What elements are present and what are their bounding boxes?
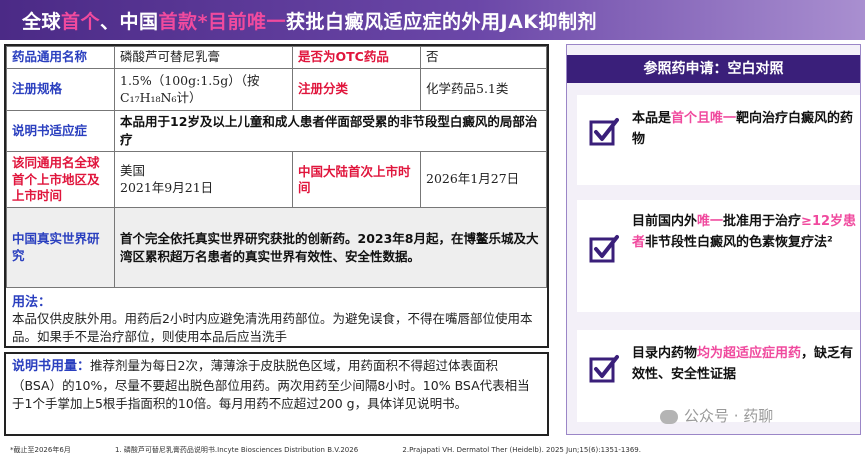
feature-text-2: 目前国内外唯一批准用于治疗≥12岁患者非节段性白癜风的色素恢复疗法² bbox=[632, 214, 857, 250]
wechat-icon bbox=[660, 409, 678, 424]
watermark-text: 公众号 · 药聊 bbox=[684, 407, 774, 425]
first-launch-region: 美国 bbox=[120, 162, 146, 178]
first-launch-label: 该同通用名全球首个上市地区及上市时间 bbox=[6, 151, 115, 209]
checkbox-check-icon bbox=[589, 235, 619, 263]
title-part: 获批白癜风适应症的外用JAK抑制剂 bbox=[286, 11, 597, 33]
first-launch-value: 美国 2021年9月21日 bbox=[114, 151, 293, 209]
usage-heading: 用法： bbox=[12, 295, 52, 310]
spec-value: 1.5%（100g:1.5g）（按C₁₇H₁₈N₆计） bbox=[114, 68, 293, 111]
feature-text-3: 目录内药物均为超适应症用药，缺乏有效性、安全性证据 bbox=[632, 346, 854, 382]
feature-card-1: 本品是首个且唯一靶向治疗白癜风的药物 bbox=[577, 95, 860, 185]
footnote: *截止至2026年6月 bbox=[10, 446, 71, 454]
footnote: 2.Prajapati VH. Dermatol Ther (Heidelb).… bbox=[402, 446, 641, 454]
china-launch-label: 中国大陆首次上市时间 bbox=[292, 151, 421, 209]
dosage-paragraph: 说明书用量：推荐剂量为每日2次，薄薄涂于皮肤脱色区域，用药面积不得超过体表面积（… bbox=[12, 357, 541, 413]
title-highlight: *目前唯一 bbox=[197, 11, 286, 33]
title-bar: 全球首个、中国首款*目前唯一获批白癜风适应症的外用JAK抑制剂 bbox=[0, 0, 865, 40]
indication-label: 说明书适应症 bbox=[6, 109, 115, 153]
spec-label: 注册规格 bbox=[6, 68, 115, 111]
generic-name-label: 药品通用名称 bbox=[6, 46, 115, 69]
first-launch-date: 2021年9月21日 bbox=[120, 179, 214, 195]
otc-value: 否 bbox=[420, 46, 547, 69]
otc-label: 是否为OTC药品 bbox=[292, 46, 421, 69]
title-highlight: 首款 bbox=[158, 11, 198, 33]
usage-section: 用法： 本品仅供皮肤外用。用药后2小时内应避免清洗用药部位。为避免误食，不得在嘴… bbox=[4, 288, 549, 348]
rwe-value: 首个完全依托真实世界研究获批的创新药。2023年8月起，在博鳌乐城及大湾区累积超… bbox=[114, 207, 547, 288]
china-launch-value: 2026年1月27日 bbox=[420, 151, 547, 209]
title-part: 、中国 bbox=[100, 11, 159, 33]
indication-value: 本品用于12岁及以上儿童和成人患者伴面部受累的非节段型白癜风的局部治疗 bbox=[114, 109, 547, 153]
dosage-text: 推荐剂量为每日2次，薄薄涂于皮肤脱色区域，用药面积不得超过体表面积（BSA）的1… bbox=[12, 358, 530, 411]
title-highlight: 首个 bbox=[61, 11, 101, 33]
checkbox-check-icon bbox=[589, 355, 619, 383]
rwe-label: 中国真实世界研究 bbox=[6, 207, 115, 288]
category-label: 注册分类 bbox=[292, 68, 421, 111]
watermark: 公众号 · 药聊 bbox=[660, 405, 773, 426]
feature-card-2: 目前国内外唯一批准用于治疗≥12岁患者非节段性白癜风的色素恢复疗法² bbox=[577, 200, 860, 312]
category-value: 化学药品5.1类 bbox=[420, 68, 547, 111]
feature-text-1: 本品是首个且唯一靶向治疗白癜风的药物 bbox=[632, 111, 854, 147]
generic-name-value: 磷酸芦可替尼乳膏 bbox=[114, 46, 293, 69]
title-part: 全球 bbox=[22, 11, 62, 33]
usage-text: 本品仅供皮肤外用。用药后2小时内应避免清洗用药部位。为避免误食，不得在嘴唇部位使… bbox=[12, 311, 533, 345]
checkbox-check-icon bbox=[589, 118, 619, 146]
dosage-heading: 说明书用量： bbox=[12, 359, 91, 374]
footnote: 1. 磷酸芦可替尼乳膏药品说明书.Incyte Biosciences Dist… bbox=[115, 446, 359, 454]
footer-notes: *截止至2026年6月 1. 磷酸芦可替尼乳膏药品说明书.Incyte Bios… bbox=[10, 445, 860, 455]
dosage-section: 说明书用量：推荐剂量为每日2次，薄薄涂于皮肤脱色区域，用药面积不得超过体表面积（… bbox=[4, 352, 549, 436]
reference-header: 参照药申请：空白对照 bbox=[567, 55, 860, 83]
reference-panel: 参照药申请：空白对照 本品是首个且唯一靶向治疗白癜风的药物 目前国内外唯一批准用… bbox=[566, 44, 861, 435]
drug-info-table: 药品通用名称 磷酸芦可替尼乳膏 是否为OTC药品 否 注册规格 1.5%（100… bbox=[4, 44, 549, 290]
page-title: 全球首个、中国首款*目前唯一获批白癜风适应症的外用JAK抑制剂 bbox=[22, 7, 597, 34]
